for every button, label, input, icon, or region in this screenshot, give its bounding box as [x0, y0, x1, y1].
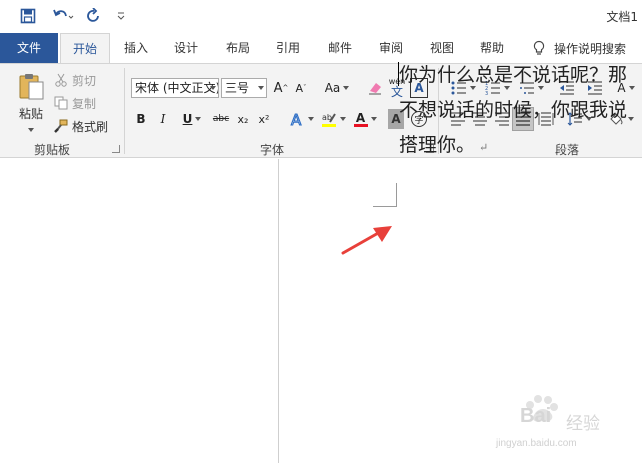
- font-size-value: 三号: [225, 81, 250, 95]
- paste-dropdown-icon: [28, 128, 34, 132]
- tab-insert[interactable]: 插入: [114, 33, 158, 63]
- text-effects-button[interactable]: A: [286, 109, 316, 129]
- copy-icon: [53, 96, 69, 110]
- chevron-down-icon: [339, 117, 346, 121]
- copy-button[interactable]: 复制: [53, 93, 96, 113]
- document-line: 你为什么总是不说话呢？那: [399, 64, 628, 86]
- tab-file[interactable]: 文件: [0, 33, 58, 63]
- chevron-down-icon: [343, 86, 350, 90]
- shrink-font-icon[interactable]: Aˇ: [292, 78, 310, 98]
- annotation-arrow-icon: [341, 226, 392, 255]
- superscript-button[interactable]: x²: [255, 109, 273, 129]
- page-left-edge: [278, 159, 279, 463]
- group-separator: [124, 68, 125, 154]
- font-color-button[interactable]: A: [350, 109, 380, 129]
- italic-button[interactable]: I: [155, 109, 171, 129]
- margin-corner-mark: [373, 183, 397, 207]
- chevron-down-icon: [370, 117, 377, 121]
- redo-icon[interactable]: [84, 6, 104, 26]
- cut-label: 剪切: [72, 73, 97, 88]
- paste-button[interactable]: 粘贴: [14, 72, 48, 136]
- title-bar: 文档1: [0, 0, 642, 33]
- svg-text:A: A: [291, 111, 302, 127]
- clear-formatting-icon[interactable]: [366, 78, 384, 98]
- tab-layout[interactable]: 布局: [216, 33, 260, 63]
- subscript-button[interactable]: x₂: [234, 109, 252, 129]
- cut-button[interactable]: 剪切: [53, 70, 96, 90]
- copy-label: 复制: [72, 96, 97, 111]
- font-color-icon: A: [353, 110, 368, 127]
- tell-me-label: 操作说明搜索: [554, 41, 627, 56]
- document-line: 搭理你。: [399, 134, 476, 156]
- font-size-combo[interactable]: 三号: [221, 78, 267, 98]
- tab-references[interactable]: 引用: [266, 33, 310, 63]
- text-effects-icon: A: [289, 111, 305, 127]
- strikethrough-button[interactable]: abc: [210, 109, 232, 129]
- scissors-icon: [53, 73, 69, 87]
- chevron-down-icon: [210, 86, 216, 90]
- change-case-label: Aa: [324, 81, 341, 95]
- font-color-bar: [353, 123, 368, 127]
- paste-icon: [16, 72, 46, 102]
- undo-icon[interactable]: [50, 6, 76, 26]
- document-title: 文档1: [606, 10, 638, 24]
- document-line: 不想说话的时候，你跟我说: [399, 99, 628, 121]
- format-painter-icon: [53, 119, 69, 133]
- clipboard-group-label: 剪贴板: [34, 143, 71, 157]
- watermark-brand: Bai: [520, 405, 552, 427]
- change-case-button[interactable]: Aa: [322, 78, 352, 98]
- paragraph-mark: ↵: [479, 141, 489, 154]
- watermark-cn: 经验: [566, 414, 600, 434]
- document-line-last: 搭理你。 ↵: [399, 128, 642, 163]
- font-name-combo[interactable]: 宋体 (中文正文): [131, 78, 219, 98]
- highlighter-icon: ab: [321, 111, 337, 127]
- underline-button[interactable]: U: [178, 109, 206, 129]
- grow-font-icon[interactable]: A ^: [272, 78, 290, 98]
- watermark-url: jingyan.baidu.com: [496, 438, 577, 449]
- highlight-button[interactable]: ab: [318, 109, 348, 129]
- tab-home[interactable]: 开始: [60, 33, 110, 64]
- lightbulb-icon: [532, 40, 546, 56]
- paste-label: 粘贴: [18, 107, 43, 121]
- underline-label: U: [182, 112, 193, 126]
- tab-mailings[interactable]: 邮件: [318, 33, 362, 63]
- font-color-letter: A: [355, 110, 366, 125]
- chevron-down-icon: [258, 86, 264, 90]
- font-name-value: 宋体 (中文正文): [135, 81, 219, 95]
- customize-qat-icon[interactable]: [114, 6, 128, 26]
- chevron-down-icon: [195, 117, 202, 121]
- bold-button[interactable]: B: [133, 109, 149, 129]
- baidu-watermark-icon: [526, 395, 558, 422]
- save-icon[interactable]: [16, 6, 40, 26]
- format-painter-button[interactable]: 格式刷: [53, 116, 108, 136]
- clipboard-launcher-icon[interactable]: [112, 145, 120, 153]
- font-group-label: 字体: [260, 143, 285, 157]
- chevron-down-icon: [307, 117, 314, 121]
- format-painter-label: 格式刷: [72, 119, 109, 134]
- document-body[interactable]: 你为什么总是不说话呢？那 不想说话的时候，你跟我说 搭理你。 ↵: [399, 58, 642, 163]
- tab-design[interactable]: 设计: [164, 33, 208, 63]
